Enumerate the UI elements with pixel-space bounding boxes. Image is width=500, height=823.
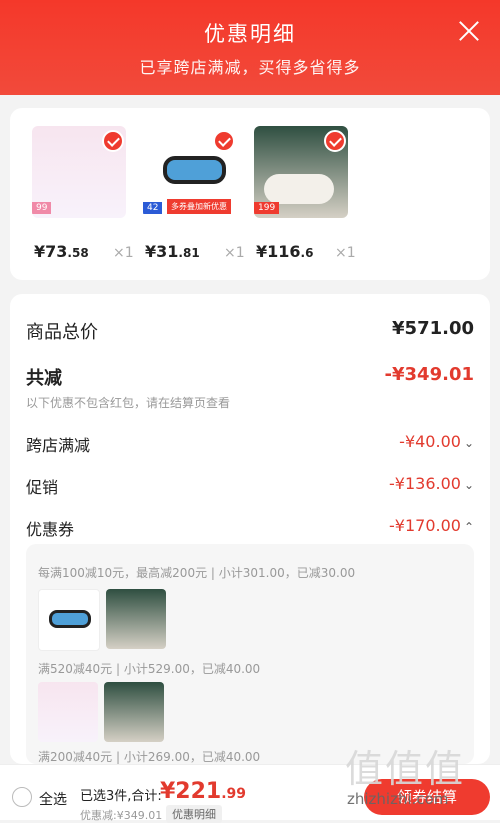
discount-summary: 优惠减:¥349.01 [80, 809, 163, 822]
price-badge: 99 [32, 202, 52, 214]
chevron-down-icon: ⌄ [463, 478, 474, 492]
cross-store-row[interactable]: 跨店满减 -¥40.00 ⌄ [26, 432, 474, 456]
total-price: ¥221.99 [160, 779, 247, 804]
product-3[interactable]: 199 ¥116.6 ×1 [254, 126, 356, 261]
coupon-row[interactable]: 优惠券 -¥170.00 ⌃ [26, 516, 474, 540]
mini-shoe [104, 682, 164, 742]
coupon-line-2: 满520减40元 | 小计529.00，已减40.00 [38, 662, 261, 676]
discount-note: 以下优惠不包含红包，请在结算页查看 [26, 396, 231, 410]
select-all-label[interactable]: 全选 [39, 789, 67, 809]
coupon-line-3: 满200减40元 | 小计269.00，已减40.00 [38, 750, 261, 764]
total-row: 商品总价 ¥571.00 [26, 318, 474, 343]
promotion-row[interactable]: 促销 -¥136.00 ⌄ [26, 474, 474, 498]
page-title: 优惠明细 [204, 22, 296, 46]
coupon-badge: 多券叠加新优惠 [167, 199, 231, 214]
reduction-row: 共减 -¥349.01 [26, 364, 474, 389]
price-badge: 199 [254, 202, 280, 214]
close-icon[interactable] [456, 18, 482, 44]
selected-icon [213, 130, 235, 152]
product-1[interactable]: 99 ¥73.58 ×1 [32, 126, 134, 261]
chevron-down-icon: ⌄ [463, 436, 474, 450]
mini-necklace [38, 682, 98, 742]
chevron-up-icon: ⌃ [463, 520, 474, 534]
coupon-items-1 [38, 589, 166, 651]
product-card: 99 ¥73.58 ×1 42 多券叠加新优惠 ¥31.81 ×1 199 ¥1… [10, 108, 490, 280]
coupon-detail-panel: 每满100减10元，最高减200元 | 小计301.00，已减30.00 满52… [26, 544, 474, 764]
page-subtitle: 已享跨店满减，买得多省得多 [139, 58, 361, 77]
mini-goggles [38, 589, 100, 651]
selected-icon [102, 130, 124, 152]
quantity-label: ×1 [335, 245, 356, 261]
product-1-image: 99 [32, 126, 126, 218]
select-all-radio[interactable] [12, 787, 32, 807]
product-3-image: 199 [254, 126, 348, 218]
quantity-label: ×1 [113, 245, 134, 261]
product-2[interactable]: 42 多券叠加新优惠 ¥31.81 ×1 [143, 126, 245, 261]
mini-shoe [106, 589, 166, 649]
quantity-label: ×1 [224, 245, 245, 261]
price-badge: 42 [143, 202, 163, 214]
selected-icon [324, 130, 346, 152]
watermark-logo: 值值值 zhizhizhi.com [345, 747, 466, 808]
product-2-image: 42 多券叠加新优惠 [143, 126, 237, 218]
selected-count: 已选3件,合计: [80, 789, 162, 804]
discount-detail-button[interactable]: 优惠明细 [166, 805, 222, 823]
coupon-line-1: 每满100减10元，最高减200元 | 小计301.00，已减30.00 [38, 566, 356, 580]
header: 优惠明细 已享跨店满减，买得多省得多 [0, 0, 500, 95]
product-3-price: ¥116.6 ×1 [256, 242, 356, 261]
coupon-items-2 [38, 682, 164, 742]
summary-card: 商品总价 ¥571.00 共减 -¥349.01 以下优惠不包含红包，请在结算页… [10, 294, 490, 764]
